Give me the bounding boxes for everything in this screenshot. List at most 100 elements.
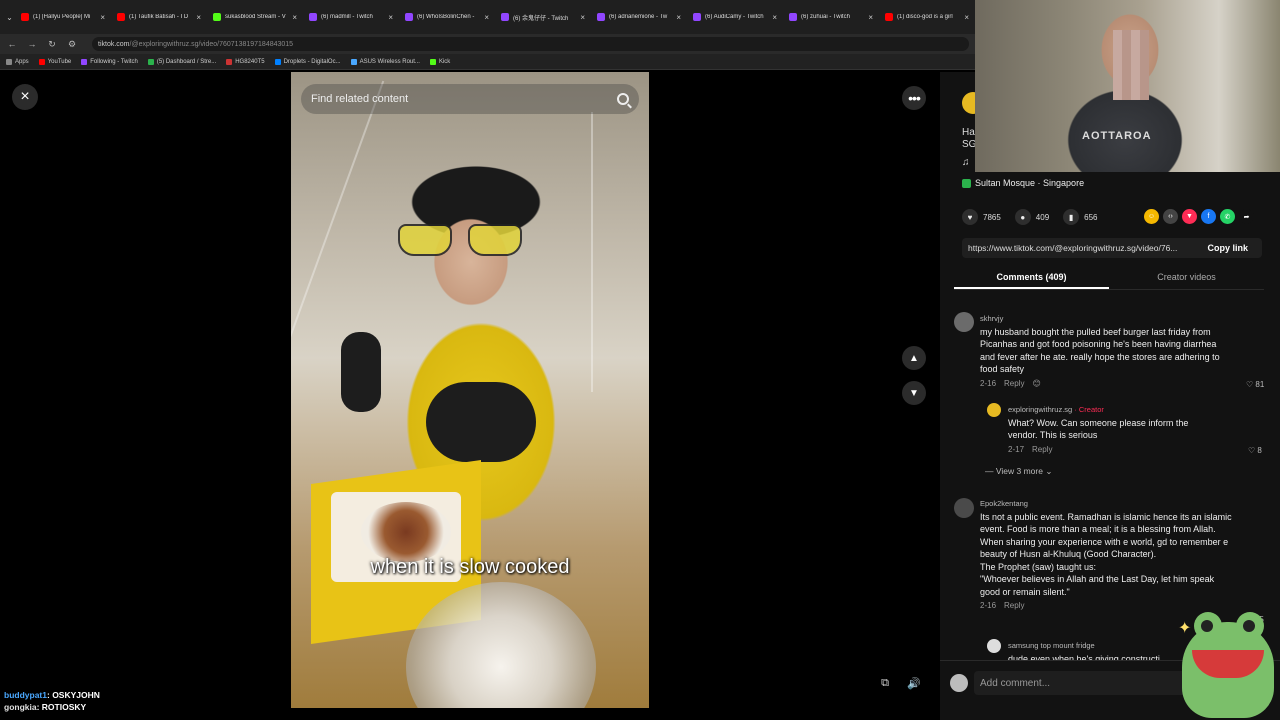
bookmark-favicon-icon bbox=[6, 58, 12, 65]
previous-video-button[interactable]: ▲ bbox=[902, 346, 926, 370]
site-info-icon[interactable]: ⚙ bbox=[66, 39, 78, 50]
add-comment-input[interactable]: Add comment... bbox=[974, 671, 1194, 695]
bookmark-item[interactable]: (5) Dashboard / Stre... bbox=[147, 58, 217, 65]
volume-button[interactable]: 🔊 bbox=[904, 673, 924, 693]
browser-tab[interactable]: (6) WhoIsBolinChen - × bbox=[399, 4, 495, 30]
view-more-replies[interactable]: — View 3 more ⌄ bbox=[985, 466, 1052, 477]
back-icon[interactable]: ← bbox=[6, 39, 18, 49]
commenter-avatar[interactable] bbox=[987, 639, 1001, 653]
bookmark-item[interactable]: Apps bbox=[6, 58, 29, 65]
tab-comments[interactable]: Comments (409) bbox=[954, 268, 1109, 289]
facebook-icon[interactable]: f bbox=[1201, 209, 1216, 224]
browser-tab[interactable]: (6) 余鬼仔仔 - Twitch × bbox=[495, 4, 591, 30]
copy-link-button[interactable]: Copy link bbox=[1197, 243, 1262, 253]
commenter-avatar[interactable] bbox=[954, 498, 974, 518]
browser-tab[interactable]: (1) disco-god is a girl × bbox=[879, 4, 975, 30]
browser-tab[interactable]: (1) Taufik Batisah - I D × bbox=[111, 4, 207, 30]
location-tag[interactable]: Sultan Mosque · Singapore bbox=[962, 176, 1084, 190]
comment-username[interactable]: exploringwithruz.sg bbox=[1008, 405, 1072, 414]
comment-button[interactable]: ● 409 bbox=[1014, 209, 1049, 225]
browser-tab[interactable]: sukasblood Stream - V × bbox=[207, 4, 303, 30]
bookmark-favicon-icon bbox=[38, 58, 45, 65]
heart-outline-icon: ♡ bbox=[1248, 446, 1258, 455]
url-field[interactable]: tiktok.com/@exploringwithruz.sg/video/76… bbox=[92, 37, 969, 51]
bookmark-item[interactable]: Droplets - DigitalOc... bbox=[274, 58, 341, 65]
bookmark-item[interactable]: YouTube bbox=[38, 58, 71, 65]
tab-close-icon[interactable]: × bbox=[676, 13, 681, 22]
comment-username[interactable]: samsung top mount fridge bbox=[1008, 640, 1188, 653]
save-button[interactable]: ▮ 656 bbox=[1063, 209, 1098, 225]
pulled-beef bbox=[361, 502, 451, 562]
tab-title: (6) WhoIsBolinChen - bbox=[417, 14, 475, 20]
like-button[interactable]: ♥ 7865 bbox=[962, 209, 1001, 225]
picture-in-picture-button[interactable]: ⧉ bbox=[875, 673, 895, 693]
tab-close-icon[interactable]: × bbox=[292, 13, 297, 22]
chevron-down-icon: ▼ bbox=[909, 387, 919, 399]
browser-tab[interactable]: (6) AudiCamy - Twitch × bbox=[687, 4, 783, 30]
comments-tabs: Comments (409) Creator videos bbox=[954, 268, 1264, 290]
tab-creator-videos[interactable]: Creator videos bbox=[1109, 268, 1264, 289]
tent-pole bbox=[591, 112, 593, 392]
close-button[interactable]: × bbox=[12, 84, 38, 110]
reload-icon[interactable]: ↻ bbox=[46, 39, 58, 50]
creator-badge: · Creator bbox=[1074, 405, 1104, 414]
share-arrow-icon[interactable]: ➦ bbox=[1239, 209, 1254, 224]
chat-username: buddypat1 bbox=[4, 690, 47, 700]
bookmark-label: Apps bbox=[15, 58, 29, 65]
comment-username[interactable]: Epok2kentang bbox=[980, 498, 1232, 511]
video-caption: when it is slow cooked bbox=[370, 556, 570, 578]
commenter-avatar[interactable] bbox=[954, 312, 974, 332]
bookmark-icon: ▮ bbox=[1063, 209, 1080, 225]
browser-tab-bar: ⌄ (1) [Hallyu People] Mi × (1) Taufik Bati… bbox=[0, 0, 975, 34]
bookmarks-bar: Apps YouTube Following - Twitch (5) Dashboa… bbox=[0, 54, 975, 70]
tab-favicon-icon bbox=[693, 13, 701, 21]
embed-icon[interactable]: ☺ bbox=[1144, 209, 1159, 224]
comment-date: 2-17 bbox=[1008, 444, 1025, 454]
repost-icon[interactable]: ▼ bbox=[1182, 209, 1197, 224]
comment-username[interactable]: skhrvjy bbox=[980, 313, 1232, 326]
forward-icon[interactable]: → bbox=[26, 39, 38, 49]
bookmark-item[interactable]: Kick bbox=[429, 58, 450, 65]
bookmark-item[interactable]: ASUS Wireless Rout... bbox=[350, 58, 420, 65]
browser-tab[interactable]: (6) adrianemione - Tw × bbox=[591, 4, 687, 30]
tab-close-icon[interactable]: × bbox=[772, 13, 777, 22]
tab-close-icon[interactable]: × bbox=[868, 13, 873, 22]
reply-button[interactable]: Reply bbox=[1004, 600, 1024, 613]
tab-close-icon[interactable]: × bbox=[388, 13, 393, 22]
reply-button[interactable]: Reply bbox=[1032, 444, 1052, 457]
chat-username: gongkia bbox=[4, 702, 37, 712]
comment-like[interactable]: ♡ 8 bbox=[1248, 446, 1262, 455]
tab-close-icon[interactable]: × bbox=[100, 13, 105, 22]
reply-button[interactable]: Reply bbox=[1004, 378, 1024, 391]
bookmark-favicon-icon bbox=[350, 58, 357, 65]
related-search[interactable]: Find related content bbox=[301, 84, 639, 114]
comment-like[interactable]: ♡ 81 bbox=[1246, 380, 1264, 389]
bookmark-label: (5) Dashboard / Stre... bbox=[156, 58, 217, 65]
tab-close-icon[interactable]: × bbox=[964, 13, 969, 22]
tab-close-icon[interactable]: × bbox=[196, 13, 201, 22]
creator-avatar[interactable] bbox=[987, 403, 1001, 417]
tab-title: (1) Taufik Batisah - I D bbox=[129, 14, 189, 20]
address-bar: ← → ↻ ⚙ tiktok.com/@exploringwithruz.sg/… bbox=[0, 34, 975, 54]
whatsapp-icon[interactable]: ✆ bbox=[1220, 209, 1235, 224]
comment-text: my husband bought the pulled beef burger… bbox=[980, 326, 1220, 375]
browser-tab[interactable]: (1) [Hallyu People] Mi × bbox=[15, 4, 111, 30]
next-video-button[interactable]: ▼ bbox=[902, 381, 926, 405]
video-player[interactable]: Find related content when it is slow coo… bbox=[291, 72, 649, 708]
more-options-button[interactable]: ••• bbox=[902, 86, 926, 110]
browser-tab[interactable]: (6) zuhuai - Twitch × bbox=[783, 4, 879, 30]
tab-title: sukasblood Stream - V bbox=[225, 14, 286, 20]
search-icon[interactable] bbox=[617, 93, 629, 105]
comment-like-count: 81 bbox=[1255, 380, 1265, 389]
tab-close-icon[interactable]: × bbox=[484, 13, 489, 22]
bookmark-favicon-icon bbox=[226, 58, 233, 65]
share-link[interactable]: https://www.tiktok.com/@exploringwithruz… bbox=[968, 243, 1197, 253]
tab-title: (6) adrianemione - Tw bbox=[609, 14, 668, 20]
code-icon[interactable]: ‹› bbox=[1163, 209, 1178, 224]
bookmark-item[interactable]: HG8240T5 bbox=[226, 58, 265, 65]
tab-close-icon[interactable]: × bbox=[580, 13, 585, 22]
bookmark-item[interactable]: Following - Twitch bbox=[81, 58, 138, 65]
browser-tab[interactable]: (6) madmill - Twitch × bbox=[303, 4, 399, 30]
comment-date: 2-16 bbox=[980, 378, 997, 388]
tab-search-icon[interactable]: ⌄ bbox=[4, 13, 15, 22]
